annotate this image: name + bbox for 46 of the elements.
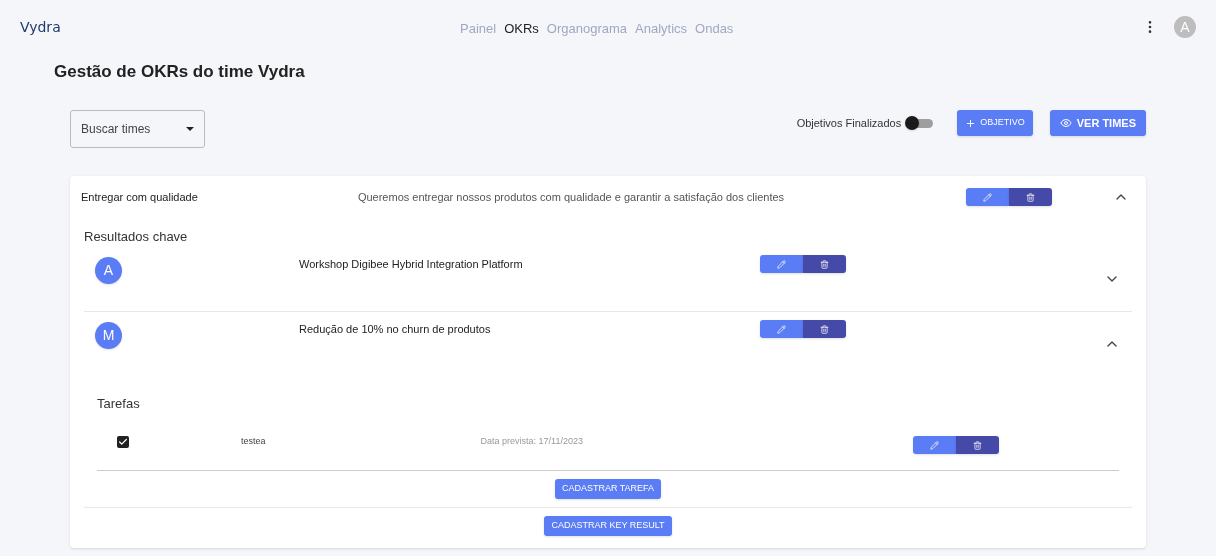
key-result-avatar: A <box>95 257 122 284</box>
trash-icon <box>973 440 982 450</box>
add-task-button[interactable]: CADASTRAR TAREFA <box>554 479 662 499</box>
delete-button[interactable] <box>803 255 846 273</box>
new-objective-button[interactable]: OBJETIVO <box>957 110 1033 136</box>
delete-button[interactable] <box>803 320 846 338</box>
section-heading: Resultados chave <box>84 228 189 246</box>
team-select[interactable]: Buscar times <box>70 110 205 148</box>
user-avatar[interactable]: A <box>1174 16 1196 38</box>
toggle-switch[interactable] <box>905 116 934 130</box>
section-heading: Tarefas <box>97 395 141 413</box>
add-key-result-button[interactable]: CADASTRAR KEY RESULT <box>544 516 672 536</box>
trash-icon <box>820 259 829 269</box>
nav-link[interactable]: OKRs <box>504 19 539 39</box>
page-title: Gestão de OKRs do time Vydra <box>54 61 306 83</box>
plus-icon <box>965 117 977 129</box>
eye-icon <box>1059 117 1072 129</box>
trash-icon <box>1026 192 1035 202</box>
dropdown-caret-icon <box>186 127 194 131</box>
nav-link[interactable]: Analytics <box>635 19 688 39</box>
edit-button[interactable] <box>966 188 1009 206</box>
edit-icon <box>777 259 786 269</box>
edit-button[interactable] <box>760 320 803 338</box>
task-checkbox[interactable] <box>117 436 129 448</box>
task-name: testea <box>241 435 266 449</box>
edit-icon <box>983 192 992 202</box>
edit-icon <box>930 440 939 450</box>
check-icon <box>118 437 128 447</box>
edit-icon <box>777 324 786 334</box>
objective-description: Queremos entregar nossos produtos com qualidade e garantir a satisfação dos clientes <box>356 189 786 205</box>
delete-button[interactable] <box>1009 188 1052 206</box>
nav-link[interactable]: Ondas <box>695 19 734 39</box>
toggle-label: Objetivos Finalizados <box>796 115 902 131</box>
delete-button[interactable] <box>956 436 999 454</box>
edit-button[interactable] <box>760 255 803 273</box>
key-result-avatar: M <box>95 322 122 349</box>
nav-link[interactable]: Organograma <box>546 19 628 39</box>
brand-logo: Vydra <box>20 17 61 37</box>
key-result-title: Redução de 10% no churn de produtos <box>299 322 491 337</box>
objective-title: Entregar com qualidade <box>81 189 199 205</box>
nav-link[interactable]: Painel <box>460 19 497 39</box>
key-result-title: Workshop Digibee Hybrid Integration Platform <box>299 257 523 272</box>
view-teams-button[interactable]: VER TIMES <box>1049 110 1146 136</box>
edit-button[interactable] <box>913 436 956 454</box>
trash-icon <box>820 324 829 334</box>
task-due-date: Data prevista: 17/11/2023 <box>480 435 583 449</box>
